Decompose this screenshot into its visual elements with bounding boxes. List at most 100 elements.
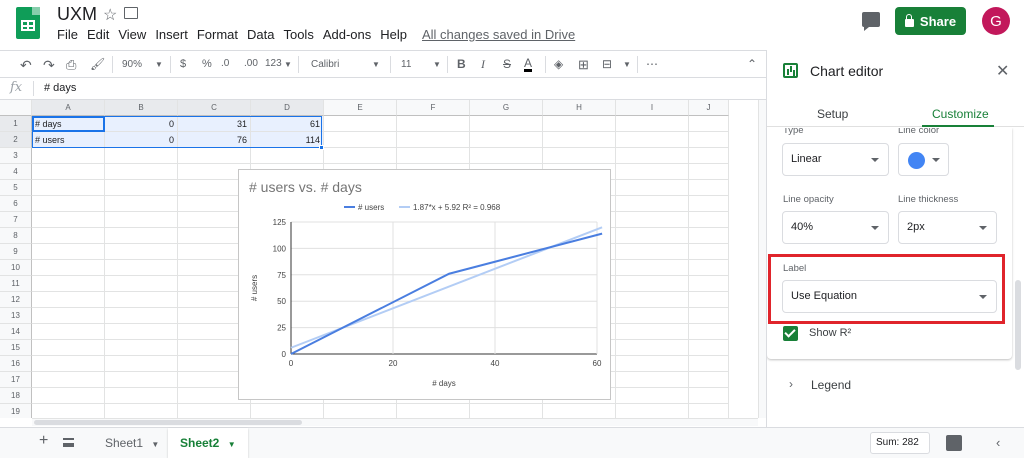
menu-data[interactable]: Data xyxy=(247,27,274,45)
menu-file[interactable]: File xyxy=(57,27,78,45)
cell-a7[interactable] xyxy=(32,212,105,228)
menu-help[interactable]: Help xyxy=(380,27,407,45)
horizontal-scrollbar[interactable] xyxy=(32,418,758,426)
cell-d2[interactable]: 114 xyxy=(251,132,324,148)
column-header-d[interactable]: D xyxy=(251,100,324,116)
cell-g3[interactable] xyxy=(470,148,543,164)
cell-b5[interactable] xyxy=(105,180,178,196)
cell-i6[interactable] xyxy=(616,196,689,212)
row-header-11[interactable]: 11 xyxy=(0,276,32,292)
cell-i10[interactable] xyxy=(616,260,689,276)
saved-status[interactable]: All changes saved in Drive xyxy=(422,27,575,45)
cell-a1[interactable]: # days xyxy=(32,116,105,132)
cell-b16[interactable] xyxy=(105,356,178,372)
cell-a2[interactable]: # users xyxy=(32,132,105,148)
cell-j18[interactable] xyxy=(689,388,729,404)
cell-j16[interactable] xyxy=(689,356,729,372)
sheets-logo-icon[interactable] xyxy=(16,7,40,39)
cell-j2[interactable] xyxy=(689,132,729,148)
close-icon[interactable]: ✕ xyxy=(996,61,1009,81)
collapse-toolbar-icon[interactable]: ⌃ xyxy=(747,57,757,71)
cell-b13[interactable] xyxy=(105,308,178,324)
cell-i16[interactable] xyxy=(616,356,689,372)
select-all-corner[interactable] xyxy=(0,100,32,116)
row-header-2[interactable]: 2 xyxy=(0,132,32,148)
row-header-15[interactable]: 15 xyxy=(0,340,32,356)
cell-b9[interactable] xyxy=(105,244,178,260)
cell-a11[interactable] xyxy=(32,276,105,292)
cell-i14[interactable] xyxy=(616,324,689,340)
cell-g2[interactable] xyxy=(470,132,543,148)
cell-h1[interactable] xyxy=(543,116,616,132)
cell-b19[interactable] xyxy=(105,404,178,418)
tab-sheet1[interactable]: Sheet1 ▼ xyxy=(93,428,171,458)
cell-a16[interactable] xyxy=(32,356,105,372)
type-select[interactable]: Linear xyxy=(782,143,889,176)
zoom-select[interactable]: 90% xyxy=(122,59,142,70)
cell-g19[interactable] xyxy=(470,404,543,418)
cell-j10[interactable] xyxy=(689,260,729,276)
cell-i9[interactable] xyxy=(616,244,689,260)
cell-a15[interactable] xyxy=(32,340,105,356)
paint-format-icon[interactable]: 🖌 xyxy=(90,57,105,71)
cell-i4[interactable] xyxy=(616,164,689,180)
cell-i15[interactable] xyxy=(616,340,689,356)
print-icon[interactable]: ⎙ xyxy=(66,57,76,73)
cell-a19[interactable] xyxy=(32,404,105,418)
formula-input[interactable]: # days xyxy=(44,82,76,94)
row-header-5[interactable]: 5 xyxy=(0,180,32,196)
menu-edit[interactable]: Edit xyxy=(87,27,109,45)
merge-cells-icon[interactable]: ⊟ xyxy=(602,57,612,71)
column-header-c[interactable]: C xyxy=(178,100,251,116)
cell-b2[interactable]: 0 xyxy=(105,132,178,148)
cell-c2[interactable]: 76 xyxy=(178,132,251,148)
line-opacity-select[interactable]: 40% xyxy=(782,211,889,244)
cell-j17[interactable] xyxy=(689,372,729,388)
tab-customize[interactable]: Customize xyxy=(932,107,989,121)
cell-i2[interactable] xyxy=(616,132,689,148)
tab-setup[interactable]: Setup xyxy=(817,107,848,121)
cell-g1[interactable] xyxy=(470,116,543,132)
all-sheets-icon[interactable] xyxy=(63,438,74,447)
cell-e3[interactable] xyxy=(324,148,397,164)
cell-j1[interactable] xyxy=(689,116,729,132)
percent-button[interactable]: % xyxy=(202,58,212,70)
chart[interactable]: # users vs. # days 0 25 50 75 100 125 0 20 40 60 #… xyxy=(238,169,611,400)
cell-i8[interactable] xyxy=(616,228,689,244)
tab-sheet2[interactable]: Sheet2 ▼ xyxy=(168,428,248,458)
fill-handle[interactable] xyxy=(319,145,324,150)
cell-j13[interactable] xyxy=(689,308,729,324)
cell-a6[interactable] xyxy=(32,196,105,212)
decrease-decimal-button[interactable]: .0 xyxy=(221,58,229,69)
font-size-select[interactable]: 11 xyxy=(401,59,411,70)
cell-d3[interactable] xyxy=(251,148,324,164)
cell-a14[interactable] xyxy=(32,324,105,340)
cell-j7[interactable] xyxy=(689,212,729,228)
row-header-12[interactable]: 12 xyxy=(0,292,32,308)
cell-i1[interactable] xyxy=(616,116,689,132)
menu-addons[interactable]: Add-ons xyxy=(323,27,371,45)
row-header-7[interactable]: 7 xyxy=(0,212,32,228)
cell-b12[interactable] xyxy=(105,292,178,308)
currency-button[interactable]: $ xyxy=(180,58,186,70)
italic-button[interactable]: I xyxy=(481,57,485,72)
cell-b15[interactable] xyxy=(105,340,178,356)
more-icon[interactable]: ⋯ xyxy=(646,57,658,71)
cell-h3[interactable] xyxy=(543,148,616,164)
column-header-j[interactable]: J xyxy=(689,100,729,116)
cell-f2[interactable] xyxy=(397,132,470,148)
cell-i3[interactable] xyxy=(616,148,689,164)
document-title[interactable]: UXM xyxy=(57,4,97,25)
row-header-19[interactable]: 19 xyxy=(0,404,32,418)
row-header-10[interactable]: 10 xyxy=(0,260,32,276)
menu-format[interactable]: Format xyxy=(197,27,238,45)
scrollbar-thumb[interactable] xyxy=(34,420,302,425)
cell-d19[interactable] xyxy=(251,404,324,418)
cell-j8[interactable] xyxy=(689,228,729,244)
cell-j12[interactable] xyxy=(689,292,729,308)
cell-c1[interactable]: 31 xyxy=(178,116,251,132)
cell-j15[interactable] xyxy=(689,340,729,356)
strikethrough-button[interactable]: S xyxy=(503,57,511,71)
cell-f19[interactable] xyxy=(397,404,470,418)
cell-a5[interactable] xyxy=(32,180,105,196)
